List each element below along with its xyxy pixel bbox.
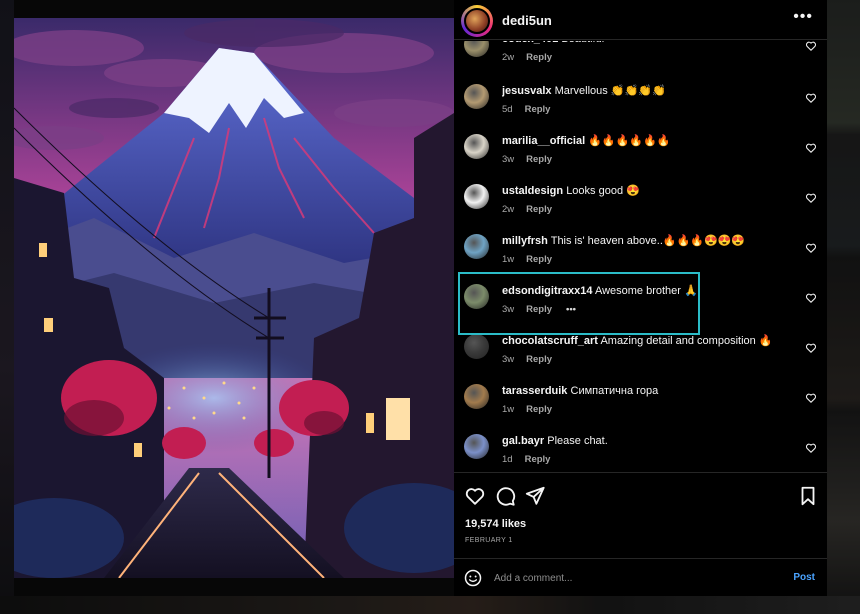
reply-button[interactable]: Reply bbox=[526, 254, 552, 265]
comment-time: 3w bbox=[502, 354, 515, 365]
comment-input[interactable] bbox=[494, 568, 774, 588]
comment-time: 2w bbox=[502, 204, 515, 215]
comment-meta: 1d Reply bbox=[502, 454, 550, 465]
reply-button[interactable]: Reply bbox=[526, 154, 552, 165]
comments-list[interactable]: codex_401 Beautiful2wReplyjesusvalx Marv… bbox=[454, 41, 827, 471]
comment-icon[interactable] bbox=[494, 485, 516, 507]
comment-row: gal.bayr Please chat. 1d Reply bbox=[454, 434, 827, 471]
commenter-avatar[interactable] bbox=[464, 184, 489, 209]
commenter-avatar[interactable] bbox=[464, 434, 489, 459]
post-comment-button[interactable]: Post bbox=[793, 572, 815, 583]
comment-heart-icon[interactable] bbox=[805, 292, 817, 304]
comment-text: gal.bayr Please chat. bbox=[502, 434, 792, 448]
commenter-username[interactable]: codex_401 bbox=[502, 41, 558, 45]
comment-body: Looks good 😍 bbox=[566, 185, 640, 197]
comment-body: 🔥🔥🔥🔥🔥🔥 bbox=[588, 135, 671, 147]
emoji-icon[interactable] bbox=[464, 569, 482, 587]
comment-row: tarasserduik Симпатична гора 1w Reply bbox=[454, 384, 827, 434]
likes-count[interactable]: 19,574 likes bbox=[465, 518, 526, 530]
comment-heart-icon[interactable] bbox=[805, 92, 817, 104]
add-comment-bar: Post bbox=[454, 558, 827, 596]
comment-body: Beautiful bbox=[561, 41, 604, 45]
comment-meta: 3w Reply bbox=[502, 354, 552, 365]
highlighted-comment-box bbox=[458, 272, 700, 335]
comment-text: chocolatscruff_art Amazing detail and co… bbox=[502, 334, 792, 348]
reply-button[interactable]: Reply bbox=[526, 354, 552, 365]
author-username[interactable]: dedi5un bbox=[502, 13, 552, 28]
comment-time: 2w bbox=[502, 52, 515, 63]
comment-body: This is' heaven above..🔥🔥🔥😍😍😍 bbox=[550, 235, 746, 247]
comment-heart-icon[interactable] bbox=[805, 192, 817, 204]
commenter-username[interactable]: jesusvalx bbox=[502, 85, 552, 97]
comment-row: jesusvalx Marvellous 👏👏👏👏 5d Reply bbox=[454, 84, 827, 134]
reply-button[interactable]: Reply bbox=[526, 204, 552, 215]
commenter-avatar[interactable] bbox=[464, 41, 489, 57]
reply-button[interactable]: Reply bbox=[525, 104, 551, 115]
comment-meta: 3w Reply bbox=[502, 154, 552, 165]
comment-text: codex_401 Beautiful bbox=[502, 41, 792, 46]
post-date: FEBRUARY 1 bbox=[465, 537, 513, 544]
author-avatar[interactable] bbox=[464, 8, 490, 34]
commenter-username[interactable]: marilia__official bbox=[502, 135, 585, 147]
comment-heart-icon[interactable] bbox=[805, 392, 817, 404]
comment-text: tarasserduik Симпатична гора bbox=[502, 384, 792, 398]
more-options-icon[interactable]: ••• bbox=[793, 8, 813, 26]
comment-text: ustaldesign Looks good 😍 bbox=[502, 184, 792, 198]
commenter-avatar[interactable] bbox=[464, 84, 489, 109]
comment-text: millyfrsh This is' heaven above..🔥🔥🔥😍😍😍 bbox=[502, 234, 792, 248]
comment-meta: 2w Reply bbox=[502, 204, 552, 215]
bookmark-icon[interactable] bbox=[797, 485, 819, 507]
commenter-username[interactable]: gal.bayr bbox=[502, 435, 544, 447]
post-image bbox=[14, 18, 454, 578]
reply-button[interactable]: Reply bbox=[526, 404, 552, 415]
comment-body: Amazing detail and composition 🔥 bbox=[600, 335, 773, 347]
commenter-username[interactable]: tarasserduik bbox=[502, 385, 567, 397]
comment-row: ustaldesign Looks good 😍 2w Reply bbox=[454, 184, 827, 234]
comment-meta: 2w Reply bbox=[502, 52, 552, 63]
commenter-avatar[interactable] bbox=[464, 234, 489, 259]
heart-icon[interactable] bbox=[464, 485, 486, 507]
comment-heart-icon[interactable] bbox=[805, 41, 817, 52]
comment-row: chocolatscruff_art Amazing detail and co… bbox=[454, 334, 827, 384]
comment-time: 1d bbox=[502, 454, 513, 465]
comment-time: 3w bbox=[502, 154, 515, 165]
post-actions: 19,574 likes FEBRUARY 1 bbox=[454, 472, 827, 558]
commenter-username[interactable]: ustaldesign bbox=[502, 185, 563, 197]
comment-meta: 5d Reply bbox=[502, 104, 550, 115]
comment-meta: 1w Reply bbox=[502, 254, 552, 265]
comment-row: codex_401 Beautiful 2w Reply bbox=[454, 41, 827, 82]
commenter-avatar[interactable] bbox=[464, 334, 489, 359]
commenter-avatar[interactable] bbox=[464, 134, 489, 159]
comment-text: jesusvalx Marvellous 👏👏👏👏 bbox=[502, 84, 792, 98]
commenter-avatar[interactable] bbox=[464, 384, 489, 409]
reply-button[interactable]: Reply bbox=[526, 52, 552, 63]
mountain-artwork bbox=[14, 18, 454, 578]
commenter-username[interactable]: millyfrsh bbox=[502, 235, 548, 247]
comment-row: marilia__official 🔥🔥🔥🔥🔥🔥 3w Reply bbox=[454, 134, 827, 184]
comment-body: Симпатична гора bbox=[570, 385, 659, 397]
comment-text: marilia__official 🔥🔥🔥🔥🔥🔥 bbox=[502, 134, 792, 148]
comment-body: Please chat. bbox=[547, 435, 608, 447]
comment-heart-icon[interactable] bbox=[805, 142, 817, 154]
comment-body: Marvellous 👏👏👏👏 bbox=[554, 85, 666, 97]
comment-heart-icon[interactable] bbox=[805, 242, 817, 254]
comment-meta: 1w Reply bbox=[502, 404, 552, 415]
comment-heart-icon[interactable] bbox=[805, 342, 817, 354]
commenter-username[interactable]: chocolatscruff_art bbox=[502, 335, 598, 347]
comment-time: 5d bbox=[502, 104, 513, 115]
comment-heart-icon[interactable] bbox=[805, 442, 817, 454]
post-header: dedi5un ••• bbox=[454, 0, 827, 40]
share-icon[interactable] bbox=[524, 485, 546, 507]
comment-time: 1w bbox=[502, 254, 515, 265]
comment-time: 1w bbox=[502, 404, 515, 415]
reply-button[interactable]: Reply bbox=[525, 454, 551, 465]
